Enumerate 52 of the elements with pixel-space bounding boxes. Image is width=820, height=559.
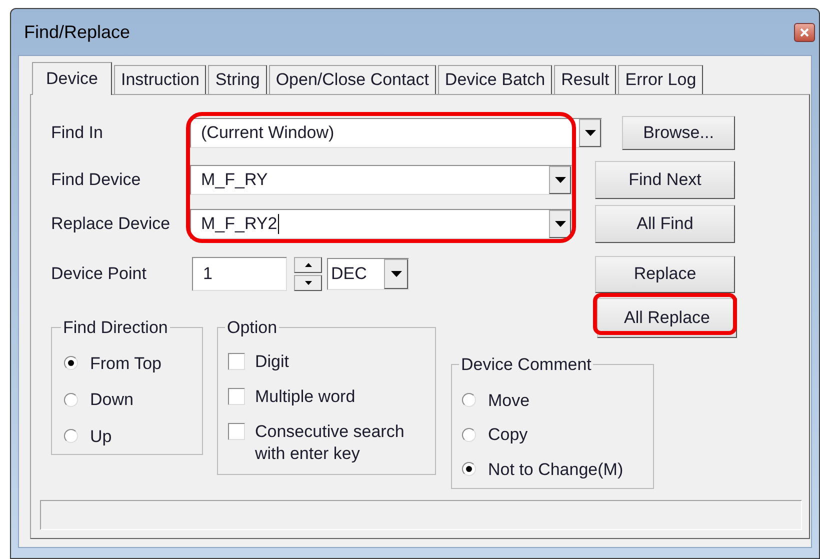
radio-label: Not to Change(M) xyxy=(488,458,624,480)
checkbox-label: Consecutive search with enter key xyxy=(255,420,406,464)
button[interactable]: Find Next xyxy=(595,161,735,199)
dropdown-field[interactable]: M_F_RY xyxy=(190,165,572,195)
field-value: (Current Window) xyxy=(201,122,334,144)
window-title: Find/Replace xyxy=(24,20,130,44)
radio-label: Up xyxy=(90,426,112,448)
dropdown-field[interactable]: (Current Window) xyxy=(190,118,602,148)
field-label: Device Point xyxy=(51,263,148,286)
group-title: Option xyxy=(226,317,278,339)
tab[interactable]: Device Batch xyxy=(438,65,552,94)
close-icon xyxy=(800,28,809,36)
dropdown-field[interactable]: M_F_RY2 xyxy=(190,209,572,239)
radio-button[interactable] xyxy=(64,356,78,370)
dropdown-field[interactable]: DEC xyxy=(327,258,409,290)
tab[interactable]: Device xyxy=(32,62,112,95)
field-label: Find Device xyxy=(51,169,142,192)
dropdown-value: DEC xyxy=(331,263,367,286)
tab[interactable]: Instruction xyxy=(114,65,206,94)
tab[interactable]: String xyxy=(208,65,267,94)
radio-button[interactable] xyxy=(462,428,476,442)
field-label: Find In xyxy=(51,122,104,144)
radio-label: Copy xyxy=(488,424,528,446)
field-value: M_F_RY2 xyxy=(201,213,278,236)
field-value: M_F_RY xyxy=(201,169,268,192)
tab[interactable]: Result xyxy=(554,65,616,94)
checkbox[interactable] xyxy=(228,422,245,440)
radio-button[interactable] xyxy=(64,429,78,444)
checkbox-label: Multiple word xyxy=(255,386,356,408)
radio-label: Down xyxy=(90,389,134,411)
down-arrow-icon[interactable] xyxy=(304,281,312,285)
field-label: Replace Device xyxy=(51,213,172,236)
radio-button[interactable] xyxy=(462,393,476,408)
tab[interactable]: Error Log xyxy=(618,65,704,94)
checkbox[interactable] xyxy=(228,352,245,370)
group-title: Device Comment xyxy=(460,354,592,376)
checkbox[interactable] xyxy=(228,388,245,404)
radio-button[interactable] xyxy=(462,462,476,476)
close-button[interactable] xyxy=(794,22,815,42)
number-field[interactable]: 1 xyxy=(192,257,287,291)
radio-label: Move xyxy=(488,390,530,412)
spinner-control[interactable] xyxy=(294,257,322,291)
text-cursor xyxy=(278,214,280,234)
button[interactable]: Replace xyxy=(595,256,735,292)
button[interactable]: All Find xyxy=(595,205,735,243)
checkbox-label: Digit xyxy=(255,350,290,372)
radio-label: From Top xyxy=(90,352,162,374)
tab[interactable]: Open/Close Contact xyxy=(268,65,436,94)
up-arrow-icon[interactable] xyxy=(304,263,312,267)
button[interactable]: Browse... xyxy=(622,116,735,150)
radio-button[interactable] xyxy=(64,392,78,407)
group-title: Find Direction xyxy=(62,317,169,339)
